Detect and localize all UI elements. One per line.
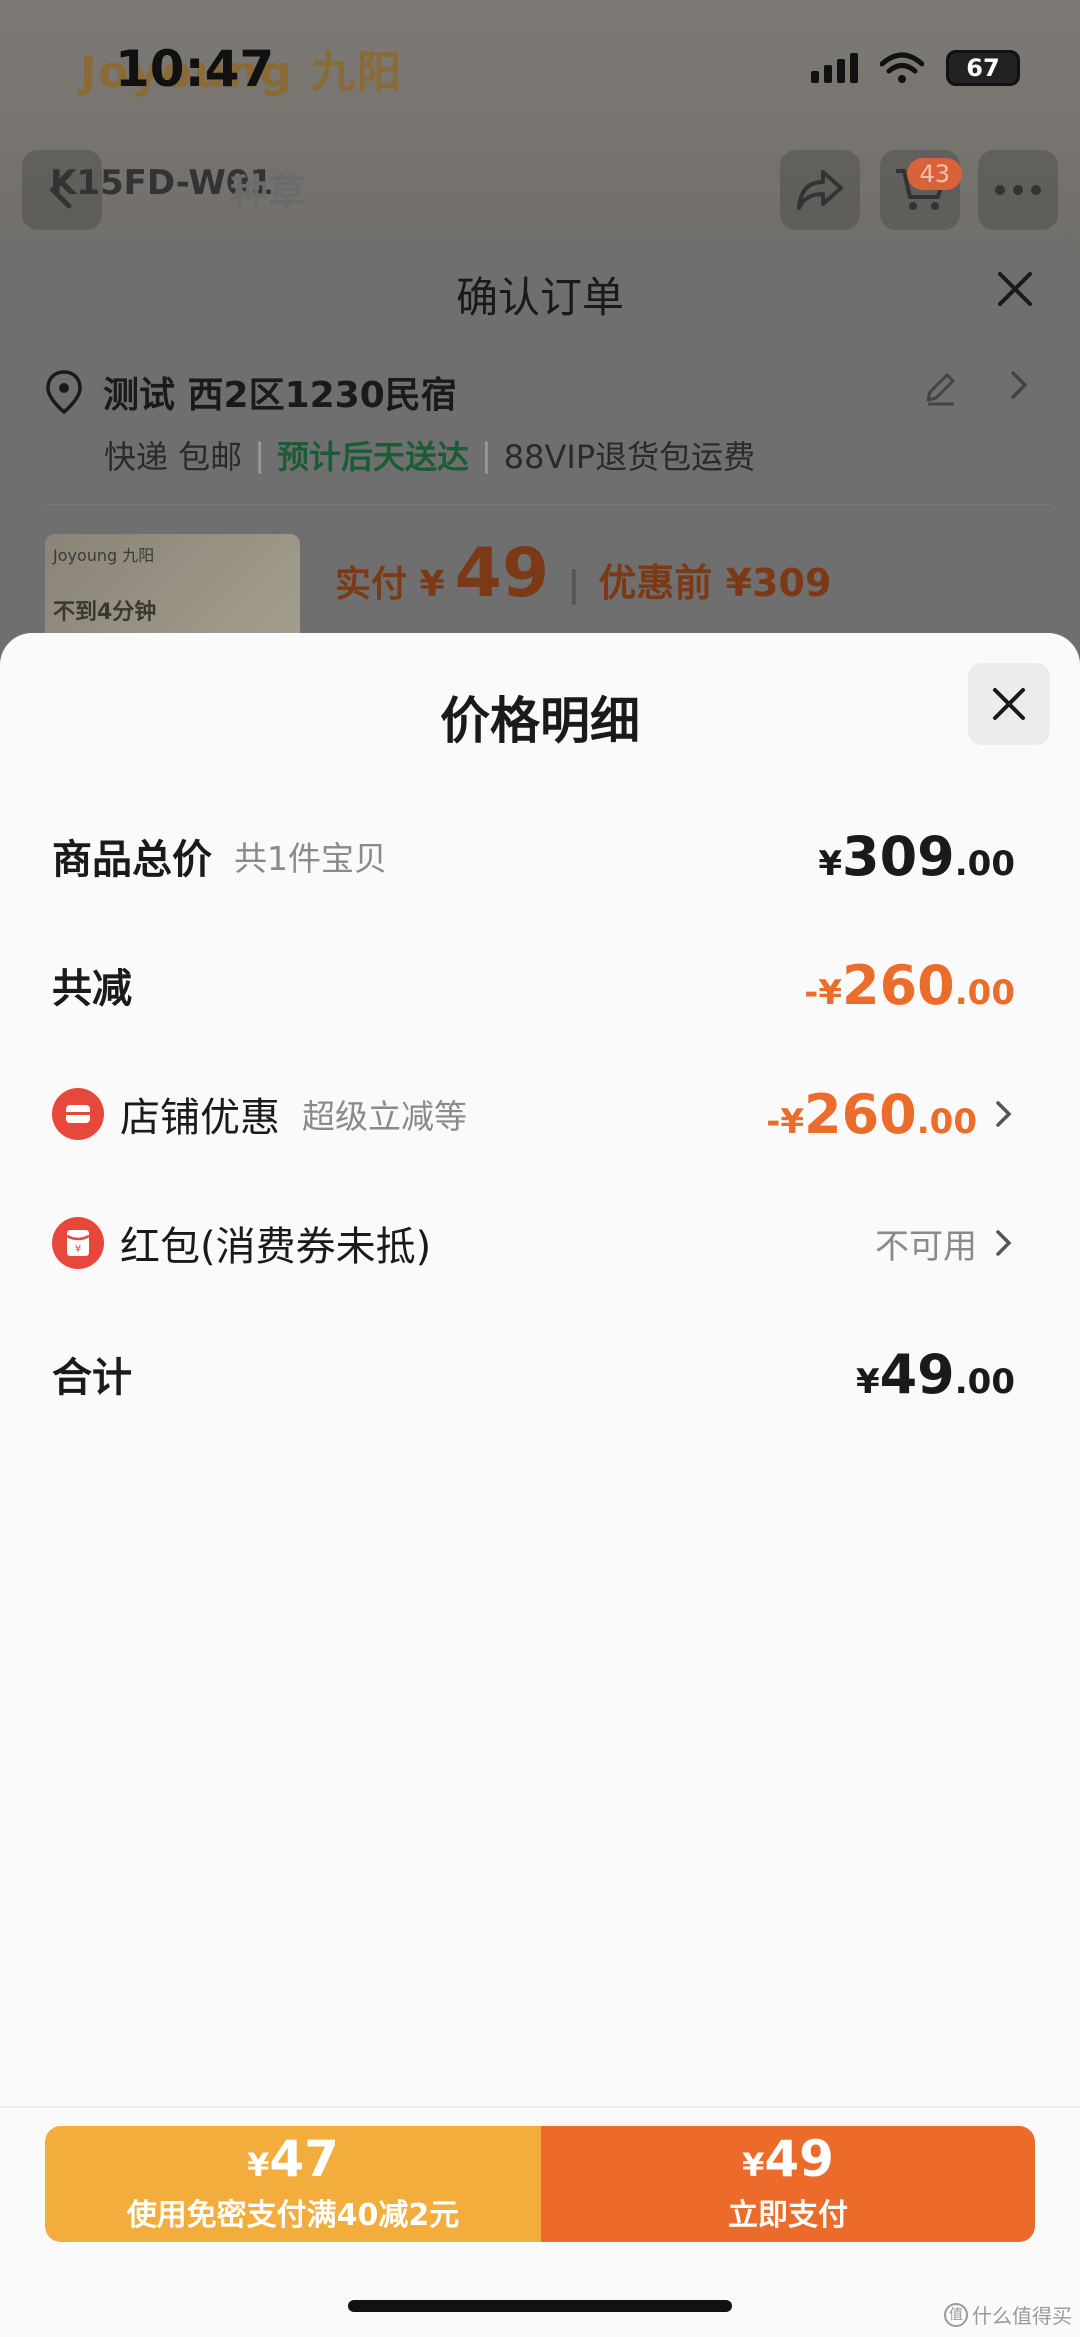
pay-now-amount: ¥ 49 xyxy=(742,2134,834,2184)
currency-symbol: ¥ xyxy=(247,2146,270,2184)
goods-total-row: 商品总价 共1件宝贝 ¥ 309 .00 xyxy=(52,816,1015,896)
shop-discount-sub: 超级立减等 xyxy=(302,1097,467,1136)
total-reduction-row: 共减 -¥ 260 .00 xyxy=(52,945,1015,1025)
currency-symbol: -¥ xyxy=(804,972,843,1013)
goods-total-label: 商品总价 xyxy=(52,837,212,883)
amount-integer: 47 xyxy=(269,2130,339,2188)
amount-decimal: .00 xyxy=(954,972,1015,1013)
watermark: 值 什么值得买 xyxy=(944,2300,1072,2329)
share-button[interactable] xyxy=(780,150,860,230)
close-button[interactable] xyxy=(968,663,1050,745)
more-button[interactable] xyxy=(978,150,1058,230)
battery-icon: 67 xyxy=(946,50,1020,86)
total-reduction-amount: -¥ 260 .00 xyxy=(804,954,1015,1017)
chevron-right-icon xyxy=(1011,371,1028,399)
product-tag: 种草 xyxy=(230,171,307,215)
sum-amount: ¥ 49 .00 xyxy=(856,1343,1015,1406)
amount-decimal: .00 xyxy=(916,1101,977,1142)
pay-bar: ¥ 47 使用免密支付满40减2元 ¥ 49 立即支付 xyxy=(45,2126,1035,2242)
svg-text:¥: ¥ xyxy=(75,1244,81,1255)
password-free-pay-button[interactable]: ¥ 47 使用免密支付满40减2元 xyxy=(45,2126,541,2242)
currency-symbol: -¥ xyxy=(766,1101,805,1142)
red-packet-status: 不可用 xyxy=(875,1226,977,1267)
shop-icon xyxy=(52,1088,104,1140)
sum-row: 合计 ¥ 49 .00 xyxy=(52,1334,1015,1414)
cellular-signal-icon xyxy=(811,53,858,83)
shipping-method: 快递 包邮 xyxy=(104,438,243,476)
edit-pencil-icon[interactable] xyxy=(920,368,960,408)
address-text: 测试 西2区1230民宿 xyxy=(103,375,457,416)
thumb-brand: Joyoung 九阳 xyxy=(53,546,155,565)
amount-integer: 260 xyxy=(804,1082,917,1146)
amount-integer: 49 xyxy=(879,1342,955,1406)
item-count: 共1件宝贝 xyxy=(234,839,387,878)
more-dots-icon xyxy=(995,185,1041,195)
share-icon xyxy=(797,170,843,210)
actual-pay-label: 实付 ¥ xyxy=(335,564,445,605)
return-policy: 88VIP退货包运费 xyxy=(503,438,756,476)
address-row[interactable]: 测试 西2区1230民宿 xyxy=(45,366,457,418)
chevron-right-icon xyxy=(996,1101,1012,1127)
wifi-icon xyxy=(880,52,924,83)
currency-symbol: ¥ xyxy=(818,843,843,884)
red-packet-label: 红包(消费券未抵) xyxy=(120,1224,432,1270)
confirm-order-sheet: 确认订单 测试 西2区1230民宿 快递 包邮 | 预计后天送达 | 88VIP… xyxy=(0,234,1080,694)
order-close-icon[interactable] xyxy=(990,264,1040,314)
sum-label: 合计 xyxy=(52,1355,132,1401)
price-detail-title: 价格明细 xyxy=(440,692,640,750)
amount-decimal: .00 xyxy=(954,843,1015,884)
shop-discount-amount: -¥ 260 .00 xyxy=(766,1083,977,1146)
delivery-info: 快递 包邮 | 预计后天送达 | 88VIP退货包运费 xyxy=(104,432,755,478)
separator: | xyxy=(480,436,492,474)
chevron-right-icon xyxy=(996,1230,1012,1256)
watermark-text: 什么值得买 xyxy=(972,2304,1072,2328)
amount-integer: 309 xyxy=(842,824,955,888)
watermark-badge: 值 xyxy=(944,2302,968,2327)
red-packet-icon: ¥ xyxy=(52,1217,104,1269)
currency-symbol: ¥ xyxy=(742,2146,765,2184)
amount-decimal: .00 xyxy=(954,1361,1015,1402)
amount-integer: 260 xyxy=(842,953,955,1017)
actual-pay-value: 49 xyxy=(454,534,550,613)
shop-discount-label: 店铺优惠 xyxy=(120,1095,280,1141)
thumb-promo: 不到4分钟 xyxy=(53,600,157,625)
password-free-pay-amount: ¥ 47 xyxy=(247,2134,339,2184)
status-time: 10:47 xyxy=(115,40,275,98)
before-discount-price: 优惠前 ¥309 xyxy=(598,561,832,605)
price-detail-sheet: 价格明细 商品总价 共1件宝贝 ¥ 309 .00 共减 -¥ 260 .00 xyxy=(0,633,1080,2337)
goods-total-amount: ¥ 309 .00 xyxy=(818,825,1015,888)
status-icons: 67 xyxy=(811,50,1020,86)
divider xyxy=(0,2106,1080,2108)
divider xyxy=(45,504,1050,505)
pay-now-button[interactable]: ¥ 49 立即支付 xyxy=(541,2126,1035,2242)
amount-integer: 49 xyxy=(764,2130,834,2188)
separator: | xyxy=(567,564,581,605)
shop-discount-row[interactable]: 店铺优惠 超级立减等 -¥ 260 .00 xyxy=(52,1074,1015,1154)
pay-now-label: 立即支付 xyxy=(728,2198,848,2233)
delivery-eta: 预计后天送达 xyxy=(276,438,469,476)
currency-symbol: ¥ xyxy=(855,1361,880,1402)
total-reduction-label: 共减 xyxy=(52,966,132,1012)
order-sheet-title: 确认订单 xyxy=(455,273,624,322)
separator: | xyxy=(254,436,265,474)
location-pin-icon xyxy=(46,370,82,415)
actual-pay-price: 实付 ¥ 49 | 优惠前 ¥309 xyxy=(335,534,831,613)
close-icon xyxy=(993,688,1025,720)
red-packet-row[interactable]: ¥ 红包(消费券未抵) 不可用 xyxy=(52,1203,1015,1283)
password-free-pay-label: 使用免密支付满40减2元 xyxy=(126,2198,460,2233)
cart-count-badge: 43 xyxy=(907,158,962,190)
home-indicator[interactable] xyxy=(348,2300,732,2312)
